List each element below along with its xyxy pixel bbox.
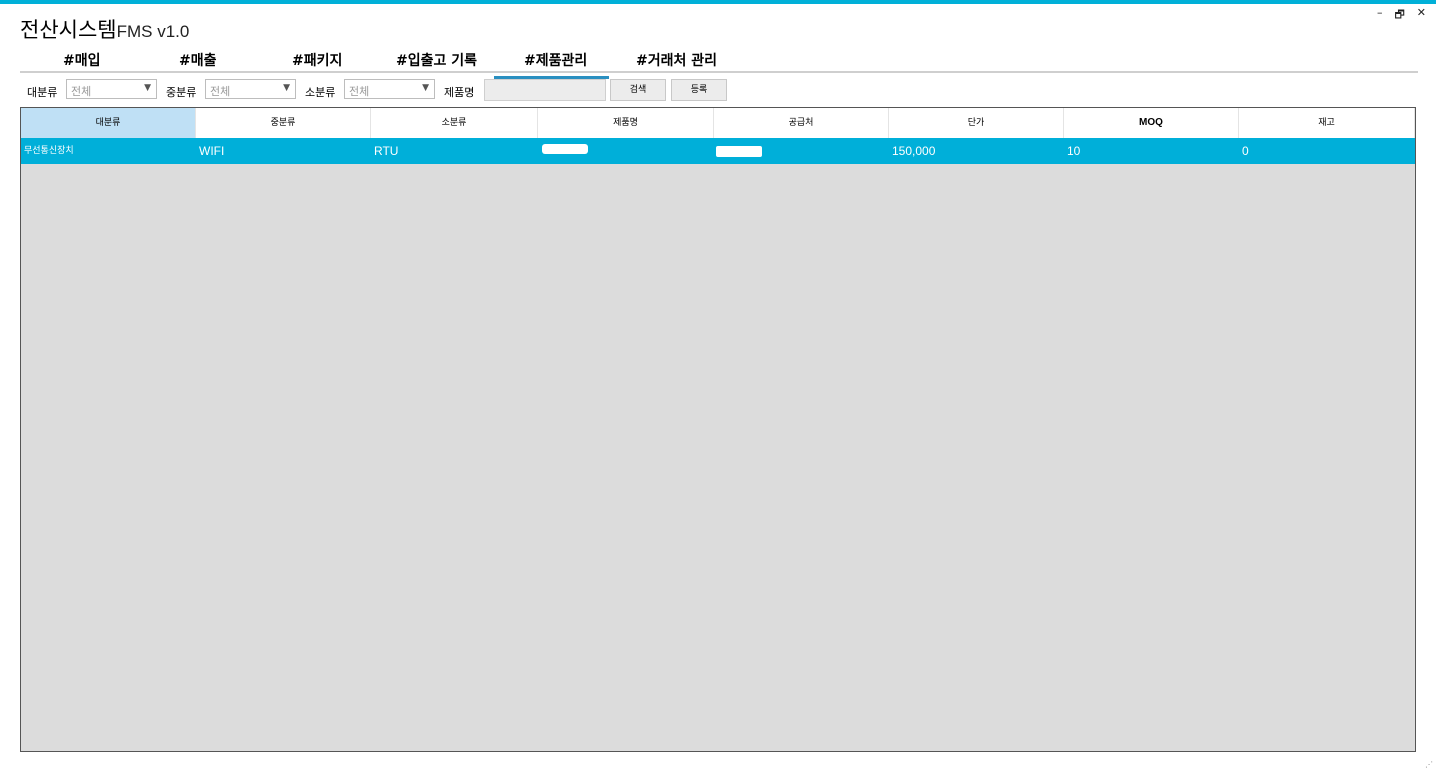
search-button[interactable]: 검색 — [610, 79, 666, 101]
redaction-mark — [542, 144, 588, 154]
resize-grip-icon[interactable]: ⋰ — [1425, 760, 1433, 769]
cell-category-mid: WIFI — [199, 144, 225, 158]
tab-product-management[interactable]: #제품관리 — [493, 50, 610, 79]
chevron-down-icon: ▼ — [422, 83, 429, 93]
category-small-label: 소분류 — [305, 86, 336, 99]
column-header-category-small[interactable]: 소분류 — [371, 108, 538, 138]
product-grid[interactable]: 대분류 중분류 소분류 제품명 공급처 단가 MOQ 재고 무선통신장치 WIF… — [20, 107, 1416, 752]
category-mid-select[interactable]: 전체 ▼ — [205, 79, 296, 99]
tab-package[interactable]: #패키지 — [292, 50, 342, 70]
column-header-moq[interactable]: MOQ — [1064, 108, 1239, 138]
redaction-mark — [716, 146, 762, 157]
category-mid-label: 중분류 — [166, 86, 197, 99]
tab-vendor-management[interactable]: #거래처 관리 — [636, 50, 717, 70]
app-title: 전산시스템FMS v1.0 — [20, 14, 189, 44]
chevron-down-icon: ▼ — [144, 83, 151, 93]
filter-bar: 대분류 전체 ▼ 중분류 전체 ▼ 소분류 전체 ▼ 제품명 검색 등록 — [0, 79, 1436, 103]
table-row[interactable]: 무선통신장치 WIFI RTU 150,000 10 0 — [21, 138, 1415, 164]
cell-stock: 0 — [1242, 144, 1249, 158]
category-small-select[interactable]: 전체 ▼ — [344, 79, 435, 99]
app-title-name: 전산시스템 — [20, 18, 117, 42]
top-accent-bar — [0, 0, 1436, 4]
product-name-input[interactable] — [484, 79, 606, 101]
app-version: FMS v1.0 — [116, 22, 190, 41]
category-large-select[interactable]: 전체 ▼ — [66, 79, 157, 99]
cell-category-small: RTU — [374, 144, 399, 158]
column-header-product-name[interactable]: 제품명 — [538, 108, 714, 138]
minimize-icon[interactable]: – — [1377, 6, 1383, 25]
tab-inout-records[interactable]: #입출고 기록 — [396, 50, 477, 70]
column-header-unit-price[interactable]: 단가 — [889, 108, 1064, 138]
cell-category-large: 무선통신장치 — [24, 146, 74, 156]
chevron-down-icon: ▼ — [283, 83, 290, 93]
tab-bar: #매입 #매출 #패키지 #입출고 기록 #제품관리 #거래처 관리 — [20, 44, 1418, 79]
product-name-label: 제품명 — [444, 86, 475, 99]
category-small-value: 전체 — [349, 85, 370, 98]
column-header-category-mid[interactable]: 중분류 — [196, 108, 371, 138]
grid-header: 대분류 중분류 소분류 제품명 공급처 단가 MOQ 재고 — [21, 108, 1415, 138]
column-header-category-large[interactable]: 대분류 — [21, 108, 196, 138]
category-large-label: 대분류 — [27, 86, 58, 99]
tab-purchase[interactable]: #매입 — [63, 50, 101, 70]
column-header-supplier[interactable]: 공급처 — [714, 108, 889, 138]
cell-moq: 10 — [1067, 144, 1081, 158]
register-button[interactable]: 등록 — [671, 79, 727, 101]
close-icon[interactable]: ✕ — [1417, 6, 1426, 25]
tab-sales[interactable]: #매출 — [179, 50, 217, 70]
cell-supplier — [714, 138, 889, 164]
column-header-stock[interactable]: 재고 — [1239, 108, 1415, 138]
window-controls: – 🗗 ✕ — [1377, 6, 1426, 25]
category-mid-value: 전체 — [210, 85, 231, 98]
restore-icon[interactable]: 🗗 — [1394, 6, 1404, 25]
category-large-value: 전체 — [71, 85, 92, 98]
tab-bar-divider — [20, 71, 1418, 73]
cell-product-name — [538, 138, 714, 164]
cell-unit-price: 150,000 — [892, 144, 936, 158]
